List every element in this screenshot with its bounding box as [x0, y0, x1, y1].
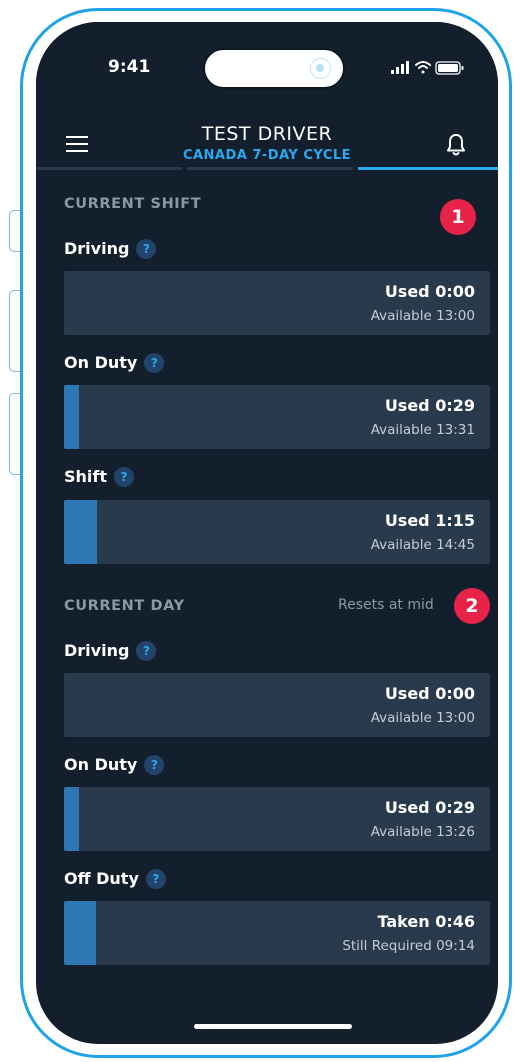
camera-icon: [310, 58, 331, 79]
shift-on-duty-row: On Duty?: [64, 353, 165, 373]
page-subtitle: CANADA 7-DAY CYCLE: [182, 148, 352, 163]
row-label-text: On Duty: [64, 353, 138, 372]
progress-fill: [64, 500, 98, 564]
shift-shift-bar: Used 1:15 Available 14:45: [64, 500, 490, 564]
app-header: TEST DRIVER CANADA 7-DAY CYCLE: [36, 102, 498, 172]
day-driving-row: Driving?: [64, 641, 157, 661]
help-icon[interactable]: ?: [136, 239, 157, 259]
pager-tab-1[interactable]: [36, 167, 182, 170]
available-value: Available 13:26: [370, 824, 475, 840]
available-value: Available 14:45: [370, 537, 475, 553]
shift-driving-bar: Used 0:00 Available 13:00: [64, 271, 490, 335]
row-label-text: Driving: [64, 239, 130, 258]
section-label-current-shift: CURRENT SHIFT: [64, 196, 202, 212]
phone-screen: 9:41 TEST DRIVER CANADA 7-DAY CYCLE CURR…: [36, 22, 498, 1044]
callout-badge-1: 1: [440, 199, 476, 235]
taken-value: Taken 0:46: [377, 912, 475, 931]
battery-icon: [435, 61, 464, 75]
row-label-text: Driving: [64, 641, 130, 660]
shift-on-duty-bar: Used 0:29 Available 13:31: [64, 385, 490, 449]
status-bar: 9:41: [36, 22, 498, 112]
day-on-duty-bar: Used 0:29 Available 13:26: [64, 787, 490, 851]
used-value: Used 0:29: [384, 396, 475, 415]
progress-fill: [64, 787, 79, 851]
used-value: Used 0:00: [384, 684, 475, 703]
callout-badge-2: 2: [454, 588, 490, 624]
progress-fill: [64, 901, 97, 965]
section-label-current-day: CURRENT DAY: [64, 598, 185, 614]
available-value: Available 13:31: [370, 422, 475, 438]
home-indicator[interactable]: [194, 1024, 352, 1029]
help-icon[interactable]: ?: [144, 755, 165, 775]
page-title: TEST DRIVER: [201, 123, 333, 145]
status-icons: [391, 60, 466, 80]
wifi-icon: [415, 61, 431, 74]
still-required-value: Still Required 09:14: [342, 938, 475, 954]
row-label-text: Off Duty: [64, 869, 139, 888]
status-time: 9:41: [108, 57, 151, 77]
day-off-duty-bar: Taken 0:46 Still Required 09:14: [64, 901, 490, 965]
available-value: Available 13:00: [370, 308, 475, 324]
row-label-text: On Duty: [64, 755, 138, 774]
row-label-text: Shift: [64, 467, 108, 486]
used-value: Used 1:15: [384, 511, 475, 530]
progress-fill: [64, 385, 79, 449]
shift-shift-row: Shift?: [64, 467, 135, 487]
available-value: Available 13:00: [370, 710, 475, 726]
help-icon[interactable]: ?: [136, 641, 157, 661]
bell-icon[interactable]: [446, 133, 466, 161]
help-icon[interactable]: ?: [145, 869, 166, 889]
used-value: Used 0:00: [384, 282, 475, 301]
day-driving-bar: Used 0:00 Available 13:00: [64, 673, 490, 737]
signal-icon: [391, 61, 409, 74]
dynamic-island: [203, 48, 345, 89]
help-icon[interactable]: ?: [114, 467, 135, 487]
used-value: Used 0:29: [384, 798, 475, 817]
day-on-duty-row: On Duty?: [64, 755, 165, 775]
day-off-duty-row: Off Duty?: [64, 869, 166, 889]
reset-note: Resets at mid: [338, 597, 434, 613]
shift-driving-row: Driving?: [64, 239, 157, 259]
help-icon[interactable]: ?: [144, 353, 165, 373]
pager-tab-2[interactable]: [187, 167, 353, 170]
pager-tab-3-active[interactable]: [358, 167, 498, 170]
